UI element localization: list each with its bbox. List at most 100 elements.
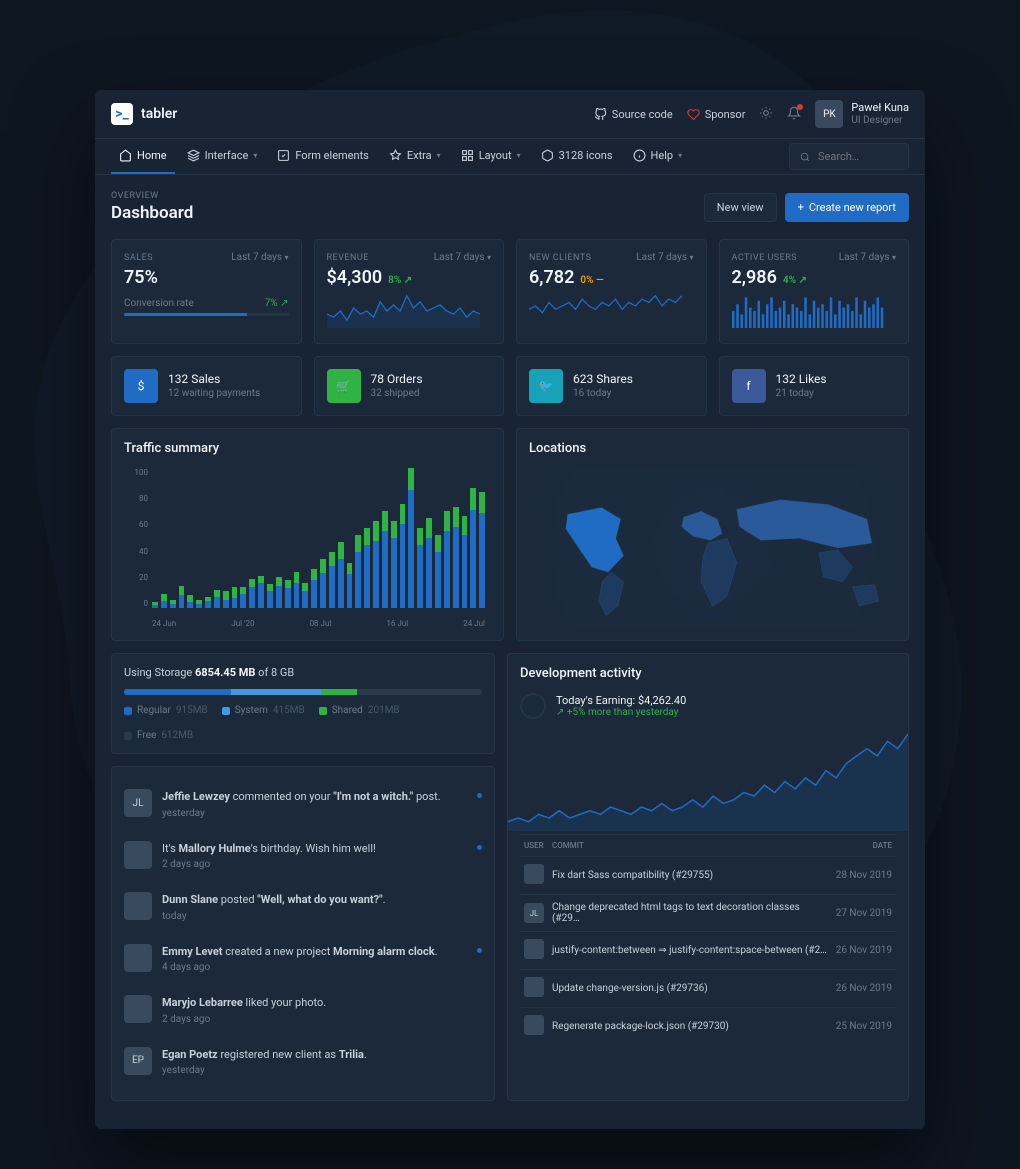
traffic-bar (329, 468, 335, 608)
traffic-bar (161, 468, 167, 608)
app-window: >_ tabler Source code Sponsor PK (95, 90, 925, 1129)
github-icon (594, 108, 607, 121)
nav-extra[interactable]: Extra▾ (381, 139, 449, 174)
progress-ring (520, 693, 546, 719)
avatar (124, 944, 152, 972)
avatar (124, 995, 152, 1023)
period-dropdown[interactable]: Last 7 days ▾ (636, 252, 693, 263)
plus-icon: + (798, 201, 804, 214)
traffic-bar (400, 468, 406, 608)
nav-help[interactable]: Help▾ (625, 139, 691, 174)
traffic-bar (205, 468, 211, 608)
dollar-icon: $ (124, 369, 158, 403)
world-map[interactable] (529, 468, 896, 628)
brand-name: tabler (141, 106, 177, 122)
commit-row[interactable]: Regenerate package-lock.json (#29730)25 … (520, 1008, 896, 1046)
commit-row[interactable]: JLChange deprecated html tags to text de… (520, 895, 896, 932)
navbar: HomeInterface▾Form elementsExtra▾Layout▾… (95, 139, 925, 175)
avatar (524, 864, 544, 884)
sales-value: 75% (124, 267, 289, 288)
period-dropdown[interactable]: Last 7 days ▾ (839, 252, 896, 263)
source-code-link[interactable]: Source code (594, 108, 673, 121)
theme-toggle[interactable] (759, 106, 773, 123)
commit-row[interactable]: justify-content:between ⇒ justify-conten… (520, 932, 896, 970)
feed-item[interactable]: Dunn Slane posted "Well, what do you wan… (124, 882, 482, 934)
page-overline: OVERVIEW (111, 191, 193, 201)
traffic-bar (462, 468, 468, 608)
search-input-wrap[interactable] (789, 143, 909, 170)
search-input[interactable] (816, 149, 898, 164)
avatar (524, 1015, 544, 1035)
period-dropdown[interactable]: Last 7 days ▾ (231, 252, 288, 263)
traffic-bar (453, 468, 459, 608)
nav-form-elements[interactable]: Form elements (269, 139, 377, 174)
tile-facebook[interactable]: f132 Likes21 today (719, 356, 910, 416)
traffic-bar (240, 468, 246, 608)
notifications-button[interactable] (787, 106, 801, 123)
nav-interface[interactable]: Interface▾ (179, 139, 266, 174)
tile-twitter[interactable]: 🐦623 Shares16 today (516, 356, 707, 416)
dev-activity-title: Development activity (520, 666, 896, 681)
feed-item[interactable]: Maryjo Lebarree liked your photo.2 days … (124, 985, 482, 1037)
traffic-bar (364, 468, 370, 608)
traffic-bar (444, 468, 450, 608)
nav-home[interactable]: Home (111, 139, 175, 174)
search-icon (800, 151, 810, 163)
traffic-bar (152, 468, 158, 608)
commit-row[interactable]: Fix dart Sass compatibility (#29755)28 N… (520, 857, 896, 895)
traffic-bar (470, 468, 476, 608)
traffic-bar (426, 468, 432, 608)
nav-3128-icons[interactable]: 3128 icons (533, 139, 621, 174)
feed-item[interactable]: Emmy Levet created a new project Morning… (124, 934, 482, 986)
traffic-bar (276, 468, 282, 608)
stat-card-clients: NEW CLIENTS Last 7 days ▾ 6,782 0% — (516, 239, 707, 344)
traffic-bar (435, 468, 441, 608)
avatar (124, 841, 152, 869)
sponsor-link[interactable]: Sponsor (687, 108, 746, 121)
active-bars (732, 294, 885, 328)
tile-cart[interactable]: 🛒78 Orders32 shipped (314, 356, 505, 416)
avatar: JL (124, 789, 152, 817)
legend-system: System 415MB (222, 705, 305, 716)
revenue-sparkline (327, 294, 480, 328)
traffic-bar (347, 468, 353, 608)
stat-card-revenue: REVENUE Last 7 days ▾ $4,300 8% ↗ (314, 239, 505, 344)
traffic-bar (179, 468, 185, 608)
avatar (524, 977, 544, 997)
user-avatar: PK (815, 100, 843, 128)
traffic-bar (294, 468, 300, 608)
feed-item[interactable]: JLJeffie Lewzey commented on your "I'm n… (124, 779, 482, 831)
brand-logo[interactable]: >_ tabler (111, 103, 177, 125)
cart-icon: 🛒 (327, 369, 361, 403)
dev-activity-card: Development activity Today's Earning: $4… (507, 653, 909, 1101)
sun-icon (759, 106, 773, 120)
traffic-bar (267, 468, 273, 608)
feed-item[interactable]: It's Mallory Hulme's birthday. Wish him … (124, 831, 482, 883)
storage-bar (124, 689, 482, 695)
nav-layout[interactable]: Layout▾ (453, 139, 529, 174)
feed-item[interactable]: EPEgan Poetz registered new client as Tr… (124, 1037, 482, 1089)
traffic-bar (258, 468, 264, 608)
create-report-button[interactable]: + Create new report (785, 193, 909, 222)
avatar (124, 892, 152, 920)
avatar: EP (124, 1047, 152, 1075)
notification-dot (797, 104, 803, 110)
topbar: >_ tabler Source code Sponsor PK (95, 90, 925, 139)
period-dropdown[interactable]: Last 7 days ▾ (434, 252, 491, 263)
legend-shared: Shared 201MB (319, 705, 400, 716)
user-menu[interactable]: PK Paweł Kuna UI Designer (815, 100, 909, 128)
commit-row[interactable]: Update change-version.js (#29736)26 Nov … (520, 970, 896, 1008)
traffic-bar (187, 468, 193, 608)
traffic-bar (311, 468, 317, 608)
page-title: Dashboard (111, 203, 193, 223)
tile-dollar[interactable]: $132 Sales12 waiting payments (111, 356, 302, 416)
traffic-bar (249, 468, 255, 608)
traffic-bar (338, 468, 344, 608)
traffic-card: Traffic summary 100806040200 24 JunJul '… (111, 428, 504, 641)
dev-line-chart (508, 731, 908, 831)
commits-table: USER COMMIT DATE Fix dart Sass compatibi… (520, 834, 896, 1045)
new-view-button[interactable]: New view (704, 193, 777, 222)
storage-card: Using Storage 6854.45 MB of 8 GB Regular… (111, 653, 495, 754)
traffic-bar (479, 468, 485, 608)
activity-feed: JLJeffie Lewzey commented on your "I'm n… (111, 766, 495, 1101)
